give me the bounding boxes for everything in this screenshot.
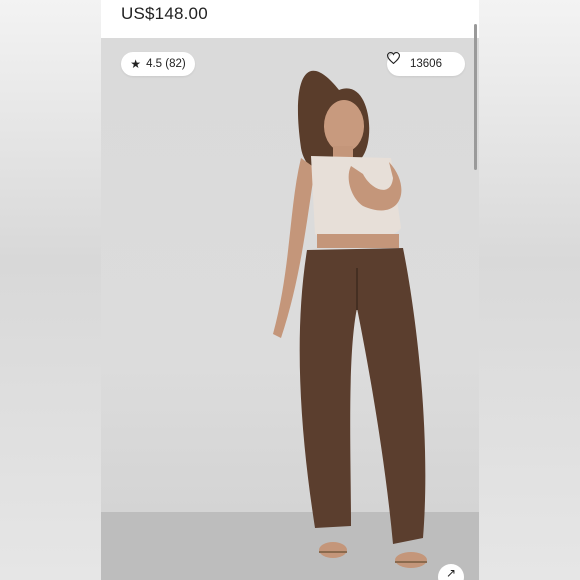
left-blurred-backdrop [0, 0, 101, 580]
wide-leg-pants [299, 248, 426, 544]
favorite-count: 13606 [410, 58, 442, 70]
star-icon: ★ [130, 57, 142, 71]
favorite-button[interactable]: 13606 [387, 52, 465, 76]
scrollbar[interactable] [474, 24, 477, 170]
rating-text: 4.5 (82) [146, 58, 186, 70]
model-illustration [101, 70, 479, 580]
rating-badge[interactable]: ★ 4.5 (82) [121, 52, 195, 76]
midriff [317, 234, 399, 248]
price-header: US$148.00 [101, 0, 479, 38]
heart-icon [387, 52, 400, 64]
right-blurred-backdrop [479, 0, 580, 580]
left-foot [319, 542, 347, 558]
product-screen: US$148.00 ★ 4.5 (82) 13606 ↗ [101, 0, 479, 580]
face [324, 100, 364, 152]
product-photo[interactable]: ★ 4.5 (82) 13606 ↗ [101, 38, 479, 580]
product-price: US$148.00 [121, 4, 208, 23]
right-foot [395, 552, 427, 568]
